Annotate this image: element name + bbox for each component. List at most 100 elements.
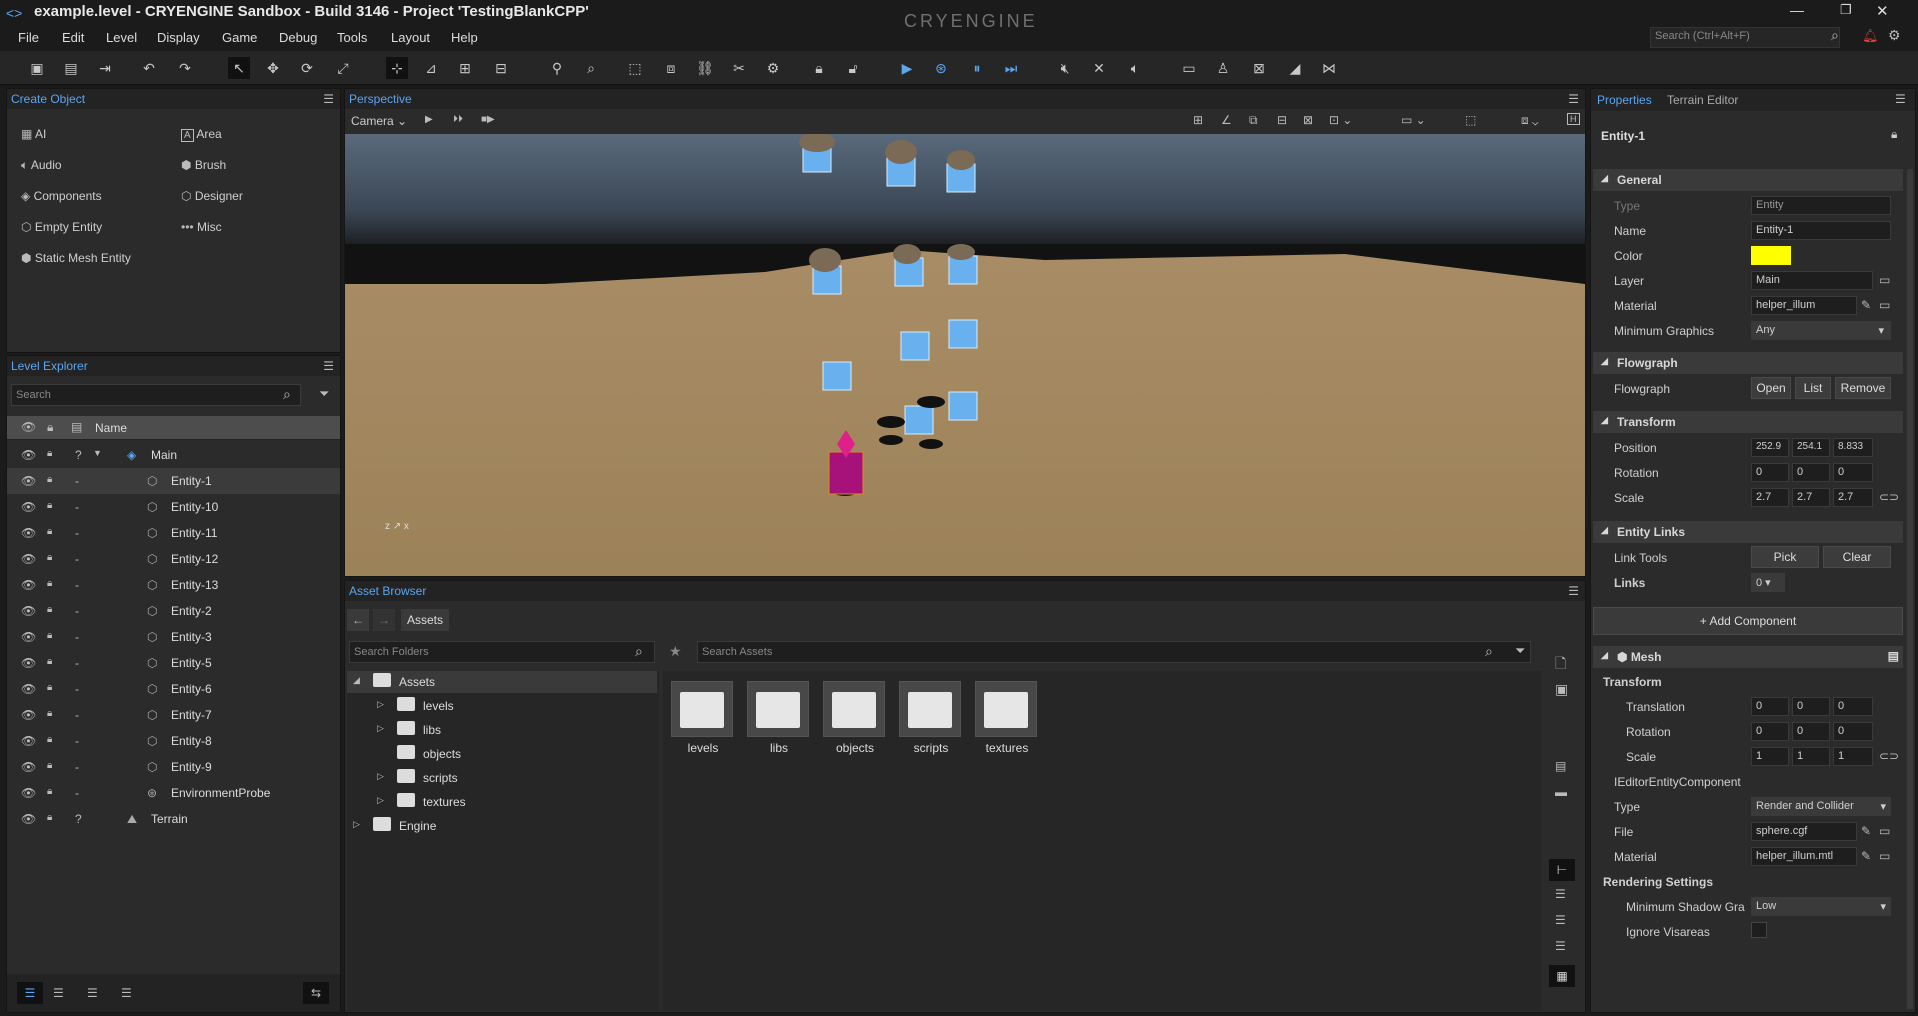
favorites-star-icon[interactable]: ★ [669, 643, 682, 660]
asset-folder-tile[interactable]: scripts [899, 681, 963, 755]
lock-icon[interactable]: 🔒︎ [47, 578, 52, 589]
snap-grid-icon[interactable]: ⊹ [386, 57, 408, 79]
min-shadow-dropdown[interactable]: Low ▾ [1751, 897, 1891, 916]
expand-arrow-icon[interactable]: ▷ [377, 771, 384, 782]
visibility-eye-icon[interactable]: 👁︎ [21, 786, 36, 800]
tab-properties[interactable]: Properties [1597, 93, 1652, 107]
ignore-visareas-checkbox[interactable] [1751, 922, 1767, 938]
folder-tree-row[interactable]: ▷ Engine [347, 815, 657, 837]
visibility-eye-icon[interactable]: 👁︎ [21, 682, 36, 696]
rendering-settings-title[interactable]: Rendering Settings [1603, 875, 1713, 889]
sync-icon[interactable]: ⇆ [303, 982, 329, 1004]
asset-folder-tile[interactable]: levels [671, 681, 735, 755]
view-mode-3-icon[interactable]: ☰ [87, 982, 98, 1004]
visibility-column-icon[interactable]: 👁︎ [21, 420, 36, 434]
material-field[interactable]: helper_illum [1751, 296, 1857, 315]
expand-arrow-icon[interactable]: ▷ [377, 723, 384, 734]
rotation-z-input[interactable]: 0 [1833, 463, 1873, 482]
mute-icon[interactable]: 🔇︎ [1054, 57, 1076, 79]
folder-tree-row[interactable]: ▷ textures [347, 791, 657, 813]
character-icon[interactable]: ♙ [1212, 57, 1234, 79]
align-icon[interactable]: ⧈ [660, 57, 682, 79]
lock-icon[interactable]: 🔒︎ [47, 656, 52, 667]
level-tree-row[interactable]: 👁︎ 🔒︎ - ⬡ Entity-12 [7, 546, 340, 572]
lock-icon[interactable]: 🔒︎ [47, 812, 52, 823]
menu-layout[interactable]: Layout [391, 30, 430, 45]
section-transform[interactable]: ◢ Transform [1593, 411, 1903, 433]
flowgraph-remove-button[interactable]: Remove [1835, 377, 1891, 399]
ai-physics-icon[interactable]: ⊛ [930, 57, 952, 79]
lock-icon[interactable]: 🔒︎ [47, 708, 52, 719]
menu-file[interactable]: File [18, 30, 39, 45]
filter-icon[interactable]: ⏷ [1515, 643, 1525, 659]
select-tool-icon[interactable]: ↖ [228, 57, 250, 79]
translation-z-input[interactable]: 0 [1833, 697, 1873, 716]
level-tree-row[interactable]: 👁︎ 🔒︎ - ⬡ Entity-10 [7, 494, 340, 520]
layout-icon[interactable]: ▭ [1178, 57, 1200, 79]
tab-terrain-editor[interactable]: Terrain Editor [1667, 93, 1738, 107]
frame-selection-icon[interactable]: ⬚ [624, 57, 646, 79]
lock-icon[interactable]: 🔒︎ [47, 760, 52, 771]
mesh-scale-z-input[interactable]: 1 [1833, 747, 1873, 766]
lock-icon[interactable]: 🔒︎ [47, 474, 52, 485]
move-tool-icon[interactable]: ✥ [262, 57, 284, 79]
play-icon[interactable]: ▶ [425, 114, 433, 125]
mesh-rotation-x-input[interactable]: 0 [1751, 722, 1789, 741]
minimize-button[interactable]: — [1790, 2, 1804, 18]
restore-button[interactable]: ❐ [1840, 2, 1852, 18]
forward-arrow-icon[interactable]: → [373, 609, 395, 631]
back-arrow-icon[interactable]: ← [347, 609, 369, 631]
lock-icon[interactable]: 🔒︎ [47, 500, 52, 511]
unlink-icon[interactable]: ✂ [728, 57, 750, 79]
level-tree-row[interactable]: 👁︎ 🔒︎ - ⬡ Entity-1 [7, 468, 340, 494]
create-static-mesh[interactable]: ⬢ Static Mesh Entity [21, 251, 131, 265]
menu-edit[interactable]: Edit [62, 30, 84, 45]
save-asset-icon[interactable]: ▣ [1555, 681, 1568, 698]
link-scale-icon[interactable]: ⊂⊃ [1879, 490, 1899, 504]
level-tree-row[interactable]: 👁︎ 🔒︎ - ⬡ Entity-3 [7, 624, 340, 650]
links-dropdown[interactable]: 0 ▾ [1751, 573, 1785, 592]
level-tree-row[interactable]: 👁︎ 🔒︎ - ⬡ Entity-5 [7, 650, 340, 676]
grid-icon[interactable]: ⊞ [1193, 113, 1203, 127]
translation-y-input[interactable]: 0 [1792, 697, 1830, 716]
search-icon[interactable]: ⌕ [1831, 27, 1839, 44]
name-column-header[interactable]: Name [95, 421, 127, 435]
translation-x-input[interactable]: 0 [1751, 697, 1789, 716]
breadcrumb-assets[interactable]: Assets [401, 609, 450, 631]
camera-dropdown[interactable]: Camera ⌄ [351, 114, 407, 128]
color-swatch[interactable] [1751, 246, 1791, 265]
sound-on-icon[interactable]: 🔈︎ [1124, 57, 1146, 79]
visibility-eye-icon[interactable]: 👁︎ [21, 552, 36, 566]
asset-folder-tile[interactable]: textures [975, 681, 1039, 755]
tree-view-icon[interactable]: ⊢ [1549, 859, 1575, 881]
link-scale-icon[interactable]: ⊂⊃ [1879, 749, 1899, 763]
folder-tree-row[interactable]: ▷ scripts [347, 767, 657, 789]
properties-scrollbar[interactable] [1907, 169, 1913, 1009]
visibility-eye-icon[interactable]: 👁︎ [21, 448, 36, 462]
level-tree-row[interactable]: 👁︎ 🔒︎? ⛰ Terrain [7, 806, 340, 832]
lock-icon[interactable]: 🔒︎ [47, 786, 52, 797]
sound-off-icon[interactable]: ✕ [1088, 57, 1110, 79]
pause-icon[interactable]: ⏸ [966, 57, 988, 79]
settings-gear-icon[interactable]: ⚙ [1888, 27, 1901, 44]
link-icon[interactable]: ⛓ [694, 57, 716, 79]
folder-tree-row[interactable]: ◢ Assets [347, 671, 657, 693]
mesh-transform-title[interactable]: Transform [1603, 675, 1662, 689]
expand-arrow-icon[interactable]: ▷ [377, 795, 384, 806]
collapse-arrow-icon[interactable]: ◢ [353, 675, 360, 686]
layout-options-icon[interactable]: ⧈ ⌄ [1521, 113, 1538, 128]
panel-menu-icon[interactable]: ☰ [1895, 92, 1906, 106]
menu-tools[interactable]: Tools [337, 30, 367, 45]
flowgraph-icon[interactable]: ⋈ [1318, 57, 1340, 79]
geometry-snap-icon[interactable]: ⊠ [1303, 113, 1313, 127]
edit-icon[interactable]: ✎ [1861, 298, 1871, 312]
scene-view[interactable]: z ↗ x [345, 134, 1585, 576]
visibility-eye-icon[interactable]: 👁︎ [21, 474, 36, 488]
terrain-snap-icon[interactable]: ⊟ [1277, 113, 1287, 127]
lock-icon[interactable]: 🔒︎ [47, 448, 52, 459]
resolution-icon[interactable]: ⬚ [1465, 113, 1476, 127]
create-components[interactable]: ◈ Components [21, 189, 102, 203]
compact-view-icon[interactable]: ☰ [1555, 939, 1566, 953]
search-icon[interactable]: ⌕ [1485, 643, 1493, 660]
normal-snap-icon[interactable]: ⊡ ⌄ [1329, 113, 1352, 127]
